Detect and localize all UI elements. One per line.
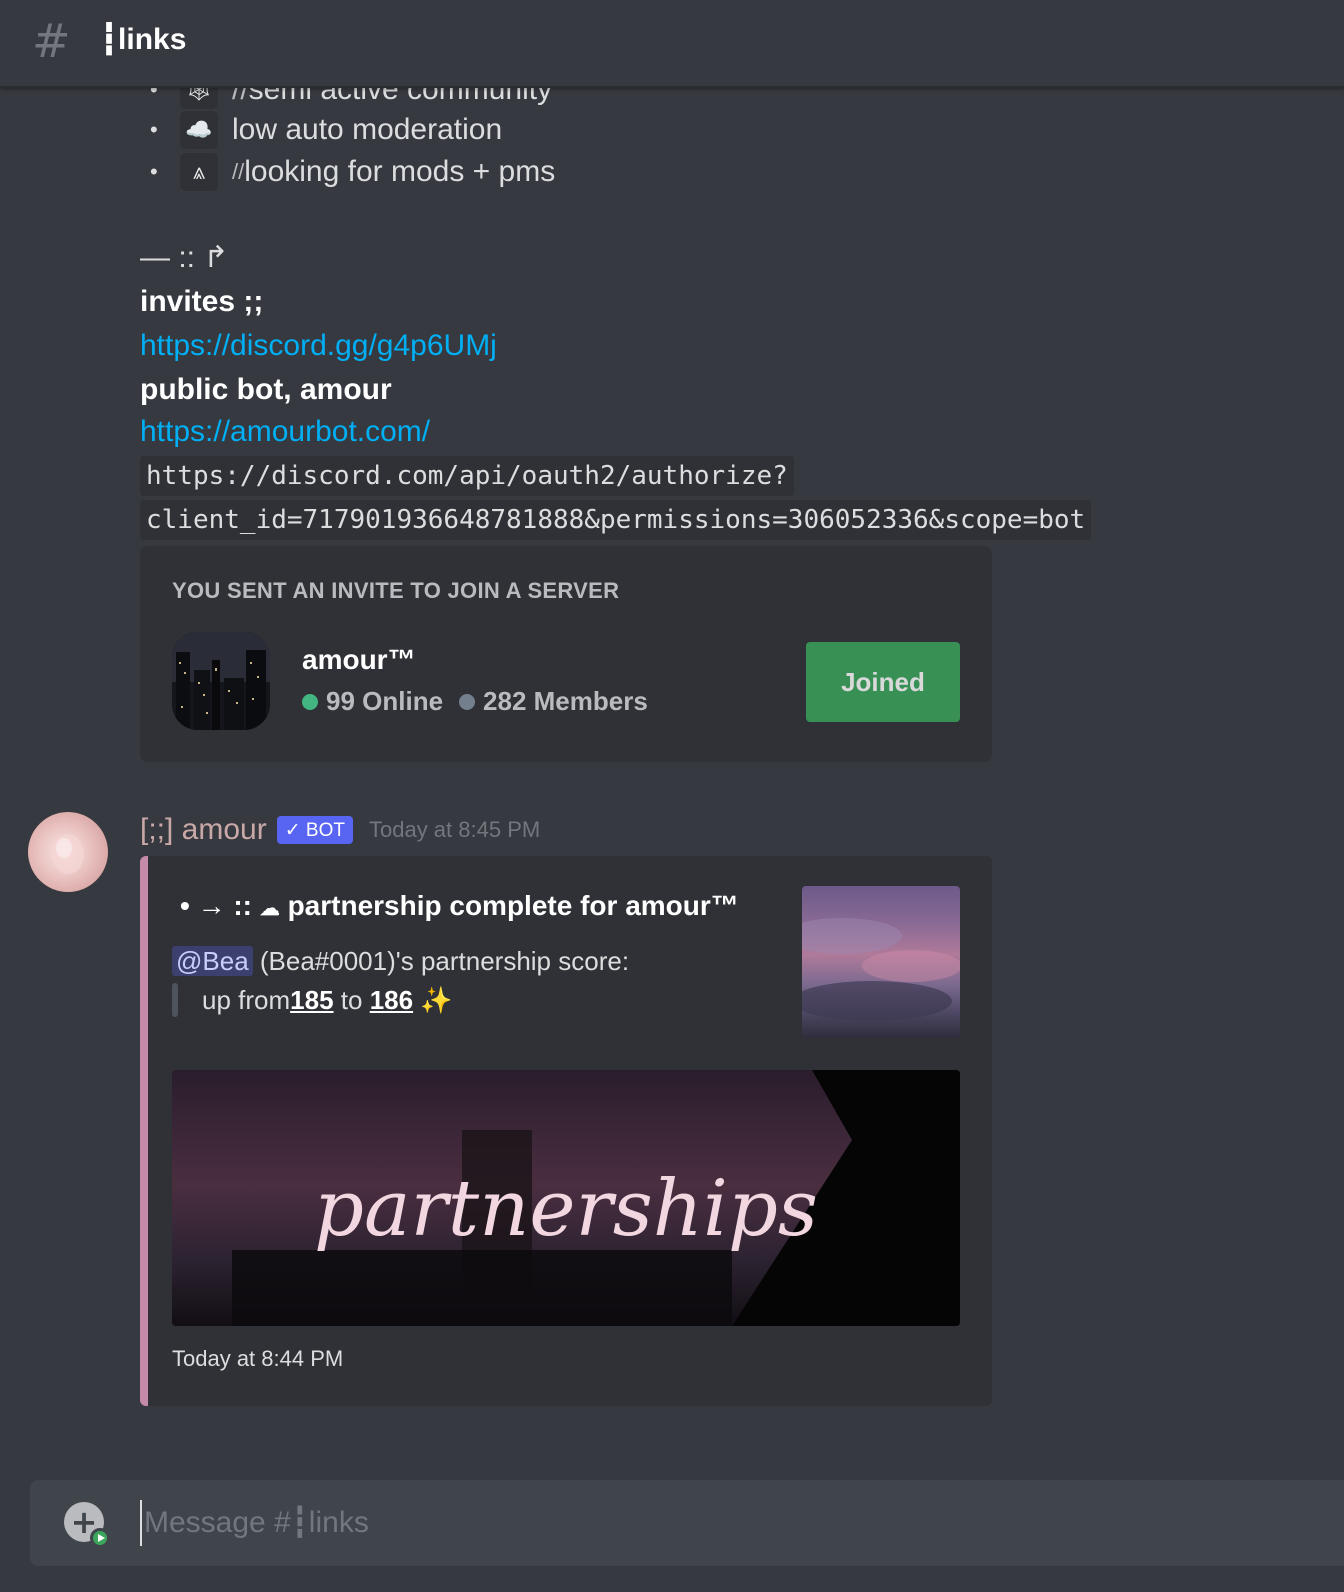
user-mention[interactable]: @Bea: [172, 946, 253, 976]
to-text: to: [333, 984, 370, 1015]
members-dot-icon: [459, 693, 476, 710]
cloud-emoji-icon: ☁️: [180, 111, 218, 149]
bullet-glyph: •: [150, 88, 158, 102]
channel-header: # ┇links: [0, 0, 1344, 88]
invite-card-title: YOU SENT AN INVITE TO JOIN A SERVER: [172, 578, 620, 603]
online-status-dot-icon: [302, 693, 318, 710]
bot-website-link[interactable]: https://amourbot.com/: [140, 412, 430, 452]
spiderweb-emoji-icon: 🕸: [180, 88, 218, 109]
joined-button[interactable]: Joined: [806, 642, 960, 722]
activity-play-icon: [90, 1528, 110, 1548]
score-from: 185: [290, 984, 334, 1015]
embed-thumbnail[interactable]: [802, 886, 960, 1038]
server-icon[interactable]: [172, 632, 270, 730]
hashtag-icon: #: [32, 14, 71, 68]
score-to: 186: [369, 984, 414, 1015]
quote-bar: [172, 983, 178, 1017]
server-name: amour™: [302, 644, 416, 675]
bullet-text: low auto moderation: [232, 113, 503, 146]
embed-accent-bar: [140, 856, 148, 1406]
invite-link[interactable]: https://discord.gg/g4p6UMj: [140, 326, 497, 366]
messages-area: • 🕸 // semi active community • ☁️ low au…: [0, 88, 1344, 1468]
list-item: • ☁️ low auto moderation: [150, 110, 502, 150]
bullet-glyph: •: [150, 159, 158, 184]
bullet-text: looking for mods + pms: [244, 155, 556, 188]
channel-name: ┇links: [100, 23, 187, 56]
oauth-code-line-2: client_id=717901936648781888&permissions…: [140, 500, 1092, 540]
invites-heading: invites ;;: [140, 285, 264, 318]
message-header: [;;] amour ✓ BOT Today at 8:45 PM: [140, 812, 540, 848]
invite-card: YOU SENT AN INVITE TO JOIN A SERVER amou…: [140, 546, 992, 762]
cloud-emoji-icon: ☁: [259, 898, 280, 920]
list-item: • ⩓ // looking for mods + pms: [150, 152, 555, 192]
embed-footer: Today at 8:44 PM: [172, 1346, 344, 1371]
tent-emoji-icon: ⩓: [180, 153, 218, 191]
embed-image[interactable]: partnerships: [172, 1070, 960, 1326]
member-count: 282 Members: [483, 686, 648, 716]
embed-title-prefix: • → ::: [180, 890, 260, 921]
message-input[interactable]: [140, 1500, 1290, 1546]
oauth-code-line-1: https://discord.com/api/oauth2/authorize…: [140, 456, 794, 496]
embed: • → :: ☁ partnership complete for amour™…: [140, 856, 992, 1406]
bullet-prefix: //: [232, 159, 245, 184]
bullet-prefix: //: [232, 88, 249, 106]
sparkles-icon: ✨: [413, 984, 453, 1015]
blockquote: up from 185 to 186 ✨: [172, 983, 772, 1017]
message-composer: +: [30, 1480, 1344, 1566]
message-timestamp: Today at 8:45 PM: [368, 817, 541, 842]
username[interactable]: [;;] amour: [140, 813, 267, 847]
separator-text: — :: ↱: [140, 241, 229, 274]
desc-text: (Bea#0001)'s partnership score:: [252, 946, 630, 976]
embed-title: • → :: ☁ partnership complete for amour™: [180, 890, 739, 922]
embed-title-text: partnership complete for amour™: [287, 890, 739, 921]
bot-heading: public bot, amour: [140, 373, 392, 406]
bot-avatar[interactable]: [28, 812, 108, 892]
list-item: • 🕸 // semi active community: [150, 88, 552, 110]
bot-tag: ✓ BOT: [276, 816, 353, 844]
bullet-text: semi active community: [248, 88, 553, 106]
image-script-text: partnerships: [314, 1164, 818, 1254]
server-stats: 99 Online 282 Members: [302, 686, 648, 717]
online-count: 99 Online: [326, 686, 444, 716]
up-from-text: up from: [202, 984, 291, 1015]
embed-description: @Bea (Bea#0001)'s partnership score: up …: [172, 946, 772, 1017]
bullet-glyph: •: [150, 117, 158, 142]
